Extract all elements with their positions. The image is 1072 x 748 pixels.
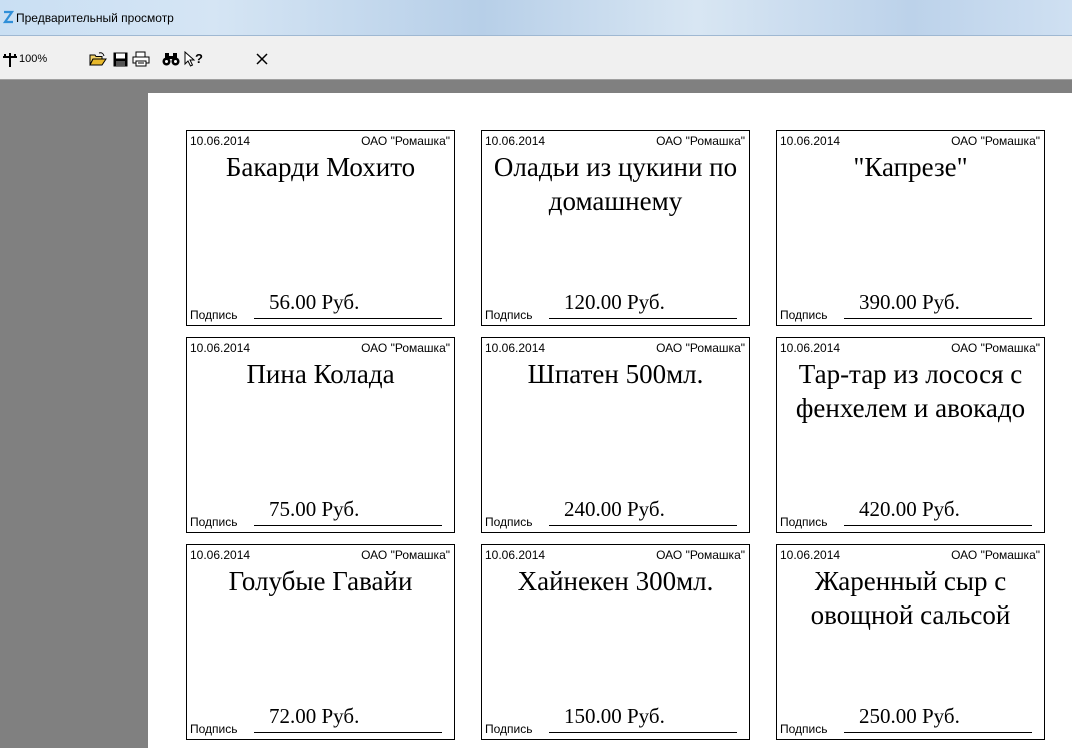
- close-button[interactable]: [253, 50, 271, 68]
- card-price: 420.00 Руб.: [859, 497, 960, 521]
- card-price: 250.00 Руб.: [859, 704, 960, 728]
- price-tag-card: 10.06.2014 ОАО "Ромашка" Хайнекен 300мл.…: [481, 544, 750, 740]
- signature-line: [549, 525, 737, 526]
- card-company: ОАО "Ромашка": [656, 134, 745, 148]
- card-company: ОАО "Ромашка": [656, 548, 745, 562]
- card-date: 10.06.2014: [780, 134, 841, 148]
- zoom-button[interactable]: 100%: [3, 50, 73, 68]
- price-tag-card: 10.06.2014 ОАО "Ромашка" Оладьи из цукин…: [481, 130, 750, 326]
- signature-line: [549, 318, 737, 319]
- help-pointer-icon: ?: [184, 51, 203, 67]
- close-icon: [256, 53, 268, 65]
- card-product-name: "Капрезе": [853, 152, 968, 182]
- card-price: 120.00 Руб.: [564, 290, 665, 314]
- card-signature-label: Подпись: [780, 722, 828, 736]
- card-price: 72.00 Руб.: [269, 704, 360, 728]
- save-icon: [113, 52, 127, 66]
- open-button[interactable]: [88, 50, 108, 68]
- signature-line: [254, 732, 442, 733]
- signature-line: [549, 732, 737, 733]
- card-signature-label: Подпись: [780, 308, 828, 322]
- price-tag-card: 10.06.2014 ОАО "Ромашка" "Капрезе" 390.0…: [776, 130, 1045, 326]
- card-date: 10.06.2014: [780, 341, 841, 355]
- card-date: 10.06.2014: [780, 548, 841, 562]
- card-product-name: Оладьи из цукини по домашнему: [493, 152, 738, 216]
- print-icon: [132, 51, 150, 67]
- card-price: 240.00 Руб.: [564, 497, 665, 521]
- help-button[interactable]: ?: [183, 50, 207, 68]
- card-product-name: Пина Колада: [246, 359, 395, 389]
- card-date: 10.06.2014: [485, 548, 546, 562]
- preview-workspace[interactable]: 10.06.2014 ОАО "Ромашка" Бакарди Мохито …: [0, 80, 1072, 748]
- card-company: ОАО "Ромашка": [951, 548, 1040, 562]
- card-date: 10.06.2014: [485, 134, 546, 148]
- card-signature-label: Подпись: [780, 515, 828, 529]
- card-signature-label: Подпись: [485, 308, 533, 322]
- svg-text:?: ?: [195, 51, 203, 66]
- card-price: 390.00 Руб.: [859, 290, 960, 314]
- card-price: 56.00 Руб.: [269, 290, 360, 314]
- card-product-name: Жаренный сыр с овощной сальсой: [810, 566, 1011, 630]
- card-date: 10.06.2014: [190, 341, 251, 355]
- card-price: 75.00 Руб.: [269, 497, 360, 521]
- card-product-name: Шпатен 500мл.: [527, 359, 704, 389]
- card-product-name: Голубые Гавайи: [228, 566, 413, 596]
- card-date: 10.06.2014: [485, 341, 546, 355]
- card-product-name: Тар-тар из лосося с фенхелем и авокадо: [795, 359, 1026, 423]
- toolbar: 100% ?: [0, 36, 1072, 80]
- find-button[interactable]: [161, 50, 181, 68]
- card-signature-label: Подпись: [190, 308, 238, 322]
- price-tag-card: 10.06.2014 ОАО "Ромашка" Жаренный сыр с …: [776, 544, 1045, 740]
- card-signature-label: Подпись: [190, 515, 238, 529]
- card-date: 10.06.2014: [190, 548, 251, 562]
- price-tag-card: 10.06.2014 ОАО "Ромашка" Голубые Гавайи …: [186, 544, 455, 740]
- print-button[interactable]: [131, 50, 151, 68]
- card-company: ОАО "Ромашка": [656, 341, 745, 355]
- card-company: ОАО "Ромашка": [951, 134, 1040, 148]
- find-icon: [162, 53, 180, 66]
- card-company: ОАО "Ромашка": [361, 341, 450, 355]
- app-icon: [3, 10, 14, 24]
- card-company: ОАО "Ромашка": [361, 134, 450, 148]
- card-price: 150.00 Руб.: [564, 704, 665, 728]
- signature-line: [844, 732, 1032, 733]
- card-company: ОАО "Ромашка": [951, 341, 1040, 355]
- signature-line: [254, 318, 442, 319]
- price-tag-card: 10.06.2014 ОАО "Ромашка" Бакарди Мохито …: [186, 130, 455, 326]
- open-folder-icon: [89, 51, 107, 65]
- card-product-name: Хайнекен 300мл.: [517, 566, 714, 596]
- card-product-name: Бакарди Мохито: [225, 152, 416, 182]
- card-signature-label: Подпись: [485, 515, 533, 529]
- save-button[interactable]: [111, 50, 129, 68]
- card-signature-label: Подпись: [485, 722, 533, 736]
- zoom-level: 100%: [19, 53, 48, 65]
- card-company: ОАО "Ромашка": [361, 548, 450, 562]
- window-title: Предварительный просмотр: [16, 11, 174, 25]
- title-bar[interactable]: Предварительный просмотр: [0, 0, 1072, 36]
- price-tag-card: 10.06.2014 ОАО "Ромашка" Пина Колада 75.…: [186, 337, 455, 533]
- signature-line: [844, 318, 1032, 319]
- signature-line: [844, 525, 1032, 526]
- zoom-icon: [3, 53, 17, 67]
- price-tag-card: 10.06.2014 ОАО "Ромашка" Шпатен 500мл. 2…: [481, 337, 750, 533]
- price-tag-card: 10.06.2014 ОАО "Ромашка" Тар-тар из лосо…: [776, 337, 1045, 533]
- signature-line: [254, 525, 442, 526]
- card-signature-label: Подпись: [190, 722, 238, 736]
- preview-page: 10.06.2014 ОАО "Ромашка" Бакарди Мохито …: [148, 93, 1072, 748]
- card-date: 10.06.2014: [190, 134, 251, 148]
